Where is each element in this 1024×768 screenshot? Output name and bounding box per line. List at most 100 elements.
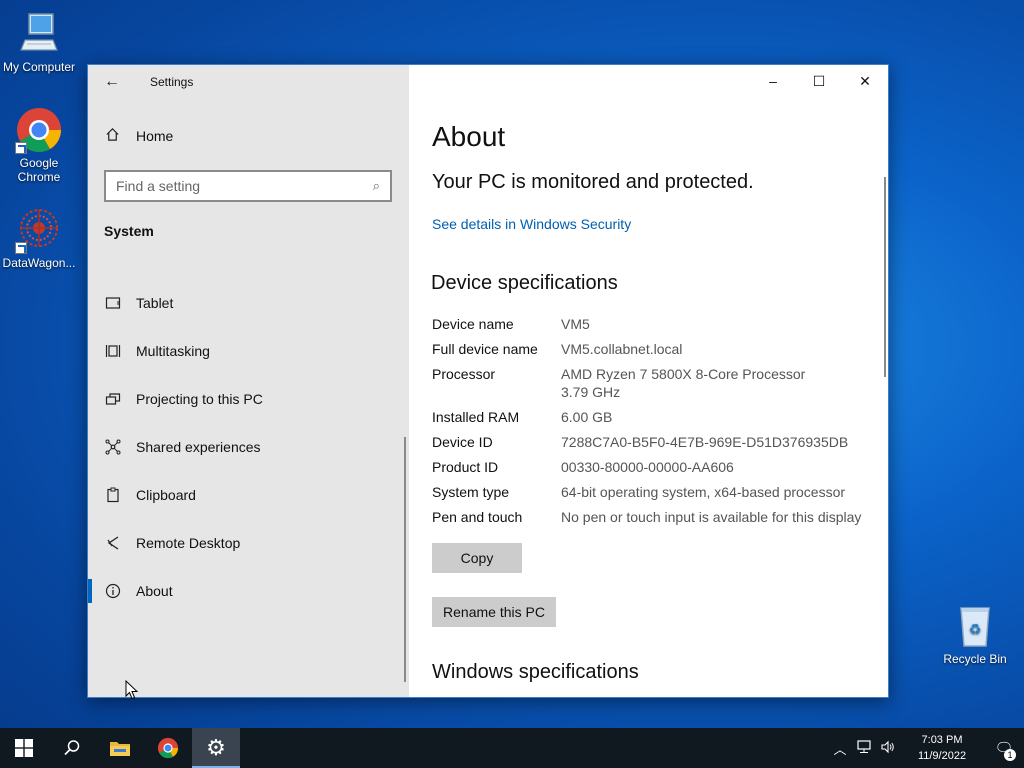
processor-model: AMD Ryzen 7 5800X 8-Core Processor <box>561 366 806 382</box>
home-nav-item[interactable]: Home <box>104 127 173 145</box>
taskbar-file-explorer[interactable] <box>96 728 144 768</box>
datawagon-icon <box>15 206 63 254</box>
device-specs-table: Device name VM5 Full device name VM5.col… <box>432 315 882 533</box>
chevron-up-icon[interactable]: ︿ <box>828 739 852 758</box>
back-arrow-icon: ← <box>104 73 120 90</box>
taskbar-chrome[interactable] <box>144 728 192 768</box>
search-icon <box>64 740 80 756</box>
minimize-button[interactable]: – <box>750 65 796 97</box>
spec-value: 00330-80000-00000-AA606 <box>561 459 734 475</box>
spec-key: Device name <box>432 316 514 332</box>
spec-value: 7288C7A0-B5F0-4E7B-969E-D51D376935DB <box>561 434 849 450</box>
sidebar-item-projecting[interactable]: Projecting to this PC <box>88 375 409 423</box>
content-scrollbar[interactable] <box>884 177 886 377</box>
search-input[interactable] <box>116 178 373 194</box>
start-button[interactable] <box>0 728 48 768</box>
sidebar-item-label: Projecting to this PC <box>136 391 263 407</box>
network-icon[interactable] <box>852 739 876 757</box>
projecting-icon <box>104 390 122 408</box>
taskbar: ⚙ ︿ 7:03 PM 11/9/2022 🗨 1 <box>0 728 1024 768</box>
sidebar-item-shared-experiences[interactable]: Shared experiences <box>88 423 409 471</box>
sidebar-item-label: Tablet <box>136 295 174 311</box>
sidebar-item-remote-desktop[interactable]: Remote Desktop <box>88 519 409 567</box>
multitasking-icon <box>104 342 122 360</box>
windows-logo-icon <box>15 739 33 757</box>
spec-value: No pen or touch input is available for t… <box>561 509 862 525</box>
shared-experiences-icon <box>104 438 122 456</box>
device-specifications-heading: Device specifications <box>431 272 618 294</box>
spec-row-system-type: System type 64-bit operating system, x64… <box>432 483 882 508</box>
gear-icon: ⚙ <box>206 735 226 760</box>
desktop-icon-recycle-bin[interactable]: ♻ Recycle Bin <box>937 602 1013 666</box>
tablet-icon <box>104 294 122 312</box>
settings-sidebar: ← Settings Home ⌕ System Tablet <box>88 65 409 697</box>
system-tray: ︿ 7:03 PM 11/9/2022 🗨 1 <box>828 728 1024 768</box>
computer-icon <box>15 10 63 58</box>
taskbar-clock[interactable]: 7:03 PM 11/9/2022 <box>906 732 978 764</box>
spec-value: AMD Ryzen 7 5800X 8-Core Processor 3.79 … <box>561 365 882 408</box>
maximize-button[interactable]: ☐ <box>796 65 842 97</box>
sidebar-item-label: Clipboard <box>136 487 196 503</box>
rename-pc-button[interactable]: Rename this PC <box>432 597 556 627</box>
spec-row-pen-and-touch: Pen and touch No pen or touch input is a… <box>432 508 882 533</box>
clock-date: 11/9/2022 <box>917 750 967 762</box>
mouse-cursor-icon <box>125 680 139 700</box>
spec-value: 64-bit operating system, x64-based proce… <box>561 484 846 500</box>
spec-row-processor: Processor AMD Ryzen 7 5800X 8-Core Proce… <box>432 365 882 408</box>
search-box[interactable]: ⌕ <box>104 170 392 202</box>
spec-value: 6.00 GB <box>561 409 613 425</box>
volume-icon[interactable] <box>876 740 900 757</box>
desktop-icon-google-chrome[interactable]: Google Chrome <box>1 106 77 184</box>
sidebar-item-multitasking[interactable]: Multitasking <box>88 327 409 375</box>
spec-key: Product ID <box>432 459 499 475</box>
windows-security-link[interactable]: See details in Windows Security <box>432 216 631 232</box>
taskbar-search-button[interactable] <box>48 728 96 768</box>
section-label-system: System <box>104 223 154 239</box>
sidebar-item-label: About <box>136 583 173 599</box>
desktop-icon-datawagon[interactable]: DataWagon... <box>1 206 77 270</box>
window-title: Settings <box>150 75 194 89</box>
home-icon <box>104 127 120 145</box>
sidebar-item-about[interactable]: About <box>88 567 409 615</box>
title-bar[interactable]: ← Settings <box>88 65 409 99</box>
desktop-icon-my-computer[interactable]: My Computer <box>1 10 77 74</box>
processor-speed: 3.79 GHz <box>561 384 621 400</box>
desktop-icon-label: Google Chrome <box>17 156 61 184</box>
chrome-icon <box>157 737 179 759</box>
spec-row-product-id: Product ID 00330-80000-00000-AA606 <box>432 458 882 483</box>
folder-icon <box>110 742 130 756</box>
sidebar-item-label: Remote Desktop <box>136 535 241 551</box>
chrome-icon <box>15 106 63 154</box>
clipboard-icon <box>104 486 122 504</box>
windows-specifications-heading: Windows specifications <box>432 661 639 683</box>
sidebar-scrollbar[interactable] <box>404 437 406 682</box>
sidebar-item-label: Shared experiences <box>136 439 261 455</box>
about-content-pane: – ☐ ✕ About Your PC is monitored and pro… <box>409 65 888 697</box>
spec-key: Full device name <box>432 341 538 357</box>
desktop-icon-label: DataWagon... <box>2 256 76 270</box>
system-nav-list: Tablet Multitasking Projecting to this P… <box>88 279 409 615</box>
shortcut-arrow-icon <box>15 242 27 254</box>
sidebar-item-clipboard[interactable]: Clipboard <box>88 471 409 519</box>
taskbar-settings[interactable]: ⚙ <box>192 728 240 768</box>
window-controls: – ☐ ✕ <box>750 65 888 97</box>
close-button[interactable]: ✕ <box>842 65 888 97</box>
search-icon[interactable]: ⌕ <box>373 178 380 194</box>
back-button[interactable]: ← <box>88 65 136 99</box>
maximize-icon: ☐ <box>812 72 826 89</box>
action-center-button[interactable]: 🗨 1 <box>984 739 1024 761</box>
home-label: Home <box>136 128 174 144</box>
spec-value: VM5 <box>561 316 590 332</box>
info-icon <box>104 582 122 600</box>
spec-row-device-id: Device ID 7288C7A0-B5F0-4E7B-969E-D51D37… <box>432 433 882 458</box>
desktop-icon-label: Recycle Bin <box>943 652 1007 666</box>
spec-value: VM5.collabnet.local <box>561 341 683 357</box>
sidebar-item-tablet[interactable]: Tablet <box>88 279 409 327</box>
settings-window: ← Settings Home ⌕ System Tablet <box>87 64 889 698</box>
recycle-bin-icon: ♻ <box>951 602 999 650</box>
clock-time: 7:03 PM <box>921 734 963 746</box>
spec-key: Device ID <box>432 434 493 450</box>
minimize-icon: – <box>769 73 777 89</box>
copy-button[interactable]: Copy <box>432 543 522 573</box>
svg-text:♻: ♻ <box>969 622 982 638</box>
